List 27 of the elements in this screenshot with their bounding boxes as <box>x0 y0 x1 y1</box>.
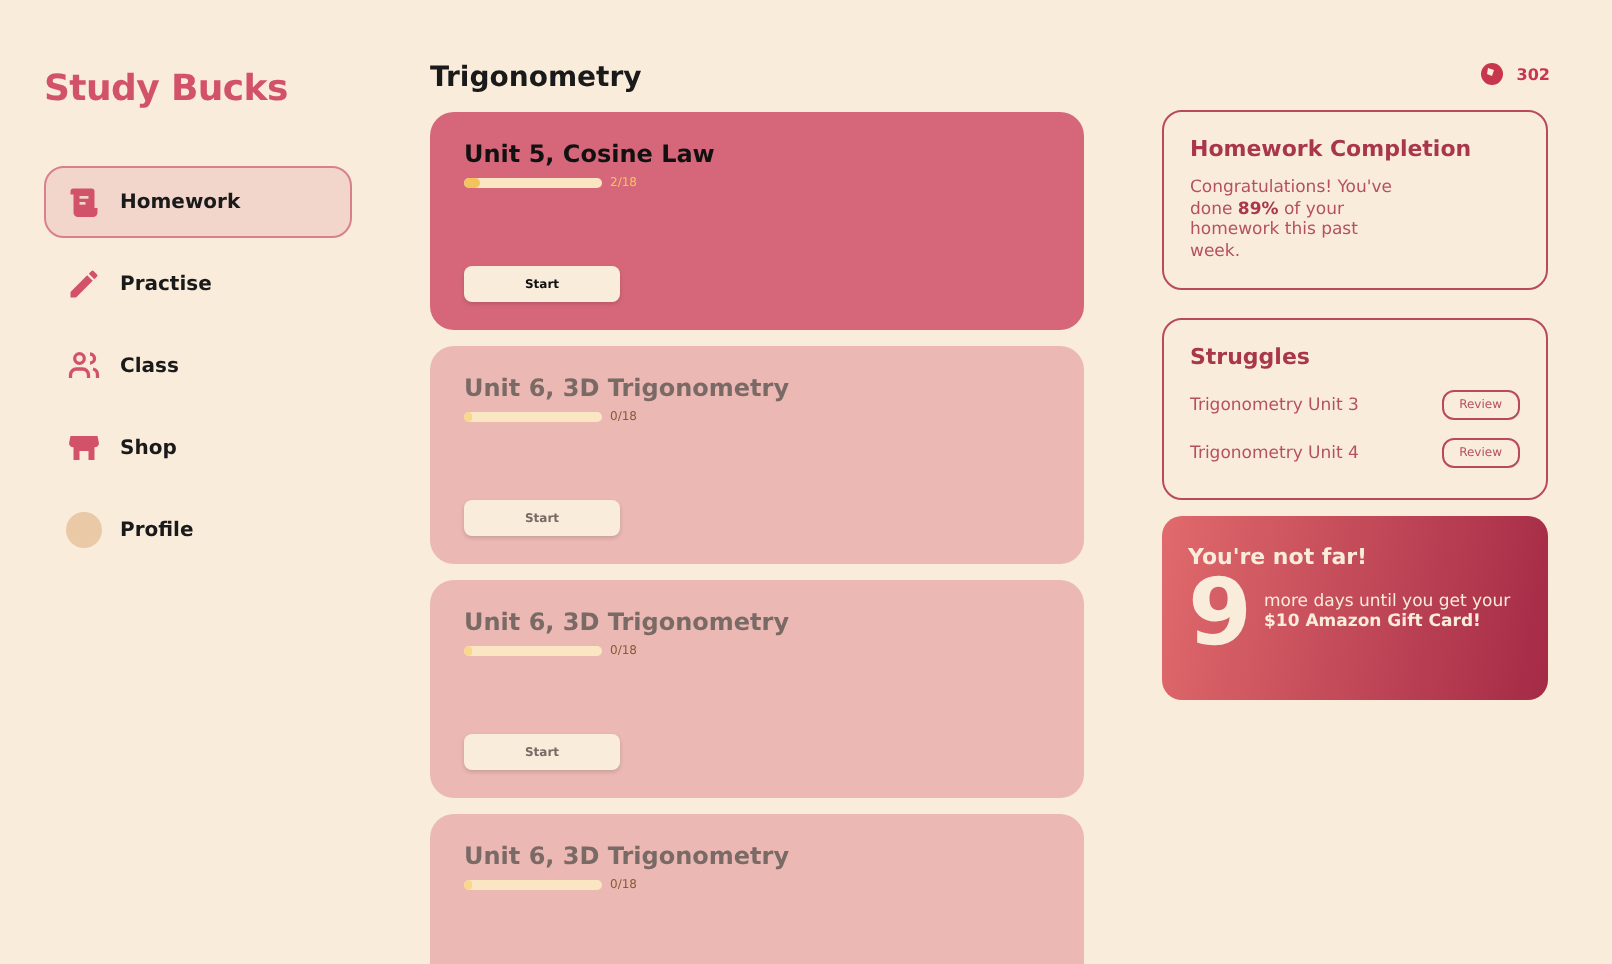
completion-text: Congratulations! You've done 89% of your homework this past week. <box>1190 178 1394 263</box>
panel-title: Homework Completion <box>1190 136 1474 162</box>
nav-item[interactable]: Class <box>44 330 352 402</box>
nav-item[interactable]: Shop <box>44 412 352 484</box>
people-icon <box>66 348 102 384</box>
avatar-icon <box>66 512 102 548</box>
unit-title: Unit 6, 3D Trigonometry <box>464 608 792 636</box>
panel-title: Struggles <box>1190 343 1312 369</box>
nav-item[interactable]: Profile <box>44 494 352 566</box>
scroll-icon <box>66 184 102 220</box>
pencil-icon <box>66 266 102 302</box>
reward-text: more days until you get your <box>1264 591 1511 611</box>
struggle-label: Trigonometry Unit 4 <box>1190 443 1359 463</box>
store-icon <box>66 430 102 466</box>
app-title: Study Bucks <box>44 68 290 110</box>
days-count: 9 <box>1188 565 1253 657</box>
reward-title: You're not far! <box>1188 543 1370 569</box>
unit-title: Unit 6, 3D Trigonometry <box>464 842 792 870</box>
unit-title: Unit 5, Cosine Law <box>464 140 717 168</box>
unit-title: Unit 6, 3D Trigonometry <box>464 374 792 402</box>
struggle-label: Trigonometry Unit 3 <box>1190 395 1359 415</box>
page-title: Trigonometry <box>430 62 644 94</box>
coin-icon <box>1480 62 1505 86</box>
nav-item[interactable]: Practise <box>44 248 352 320</box>
prize-text: $10 Amazon Gift Card! <box>1264 611 1483 631</box>
coin-balance: 302 <box>1516 65 1550 83</box>
nav-item[interactable]: Homework <box>44 166 352 238</box>
